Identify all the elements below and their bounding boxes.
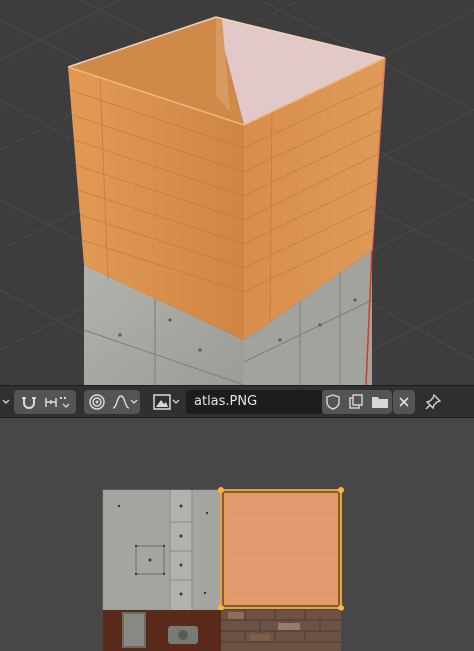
magnet-snap-icon[interactable] xyxy=(16,390,42,414)
3d-viewport[interactable] xyxy=(0,0,474,385)
atlas-concrete-tile xyxy=(103,490,221,610)
open-folder-icon[interactable] xyxy=(368,390,392,414)
atlas-image xyxy=(102,487,344,651)
proportional-edit-icon[interactable] xyxy=(85,390,109,414)
uv-editor-canvas[interactable] xyxy=(0,418,474,651)
image-browse-icon[interactable] xyxy=(150,390,184,414)
fake-user-shield-icon[interactable] xyxy=(322,390,344,414)
image-editor-header: atlas.PNG xyxy=(0,385,474,418)
falloff-curve-icon[interactable] xyxy=(110,390,140,414)
pin-icon[interactable] xyxy=(421,390,445,414)
viewport-scene xyxy=(0,0,474,385)
snap-increment-icon[interactable] xyxy=(42,390,74,414)
duplicate-image-icon[interactable] xyxy=(345,390,367,414)
image-name-field[interactable]: atlas.PNG xyxy=(186,390,322,414)
close-icon[interactable] xyxy=(393,390,415,414)
atlas-wood-tile xyxy=(224,493,338,605)
atlas-dark-wood-tile xyxy=(103,610,221,651)
dropdown-chevron-icon[interactable] xyxy=(0,390,12,414)
